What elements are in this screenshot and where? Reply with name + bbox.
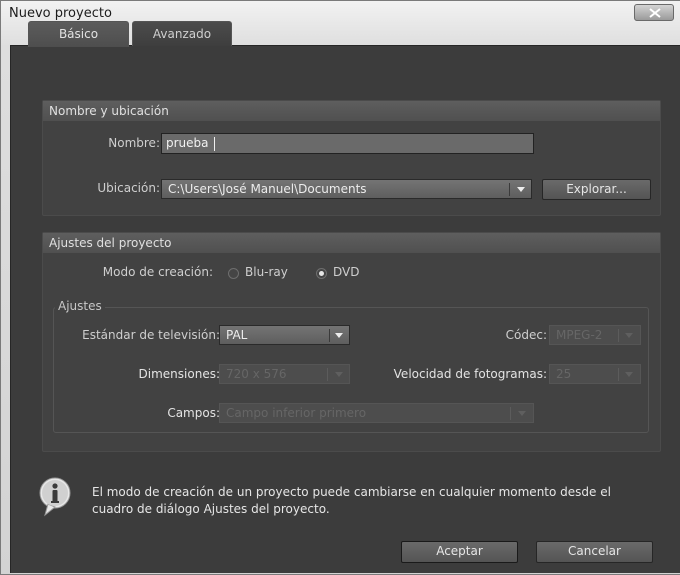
frame-rate-value: 25 [556,367,572,381]
info-line-2: cuadro de diálogo Ajustes del proyecto. [92,502,330,516]
tv-standard-select[interactable]: PAL [219,325,350,345]
dimensions-label: Dimensiones: [138,367,220,381]
bluray-label[interactable]: Blu-ray [245,265,288,279]
name-label: Nombre: [108,136,160,150]
settings-group-title: Ajustes [55,299,105,313]
chevron-down-icon [335,372,343,377]
project-settings-header: Ajustes del proyecto [43,233,660,253]
dimensions-value: 720 x 576 [226,367,287,381]
fields-value: Campo inferior primero [226,406,367,420]
tv-standard-label: Estándar de televisión: [82,328,220,342]
text-caret [214,137,215,151]
window-title: Nuevo proyecto [9,6,112,21]
chevron-down-icon [335,333,343,338]
radio-bluray[interactable] [228,268,239,279]
info-icon [39,477,71,520]
dvd-label[interactable]: DVD [333,265,359,279]
close-button[interactable] [634,4,674,21]
codec-value: MPEG-2 [556,328,603,342]
name-location-header: Nombre y ubicación [43,101,660,121]
tab-basico[interactable]: Básico [28,21,129,47]
ok-button[interactable]: Aceptar [401,541,518,563]
codec-select[interactable]: MPEG-2 [549,325,641,345]
fields-select[interactable]: Campo inferior primero [219,403,534,423]
creation-mode-label: Modo de creación: [102,265,213,279]
radio-dvd[interactable] [316,268,327,279]
combo-separator [510,407,511,420]
combo-separator [618,368,619,381]
info-line-1: El modo de creación de un proyecto puede… [92,485,611,499]
tab-avanzado[interactable]: Avanzado [132,21,232,46]
combo-separator [618,329,619,342]
dimensions-select[interactable]: 720 x 576 [219,364,350,384]
close-icon [649,8,661,18]
name-location-panel: Nombre y ubicación Nombre: prueba Ubicac… [42,100,661,216]
codec-label: Códec: [505,328,547,342]
combo-separator [327,368,328,381]
tv-standard-value: PAL [226,328,248,342]
frame-rate-label: Velocidad de fotogramas: [393,367,547,381]
location-value: C:\Users\José Manuel\Documents [168,182,367,196]
combo-separator [509,183,510,196]
frame-rate-select[interactable]: 25 [549,364,641,384]
chevron-down-icon [517,187,525,192]
project-settings-panel: Ajustes del proyecto Modo de creación: B… [42,232,661,452]
chevron-down-icon [518,411,526,416]
chevron-down-icon [625,333,633,338]
cancel-button[interactable]: Cancelar [536,541,653,563]
location-select[interactable]: C:\Users\José Manuel\Documents [161,179,532,199]
name-value: prueba [166,136,209,150]
location-label: Ubicación: [97,181,160,195]
combo-separator [329,329,330,342]
name-input[interactable]: prueba [161,133,534,154]
browse-button[interactable]: Explorar... [542,179,651,200]
chevron-down-icon [625,372,633,377]
dialog-content: Básico Avanzado Nombre y ubicación Nombr… [10,21,680,573]
fields-label: Campos: [167,406,220,420]
new-project-dialog: Nuevo proyecto Básico Avanzado Nombre y … [0,0,680,575]
